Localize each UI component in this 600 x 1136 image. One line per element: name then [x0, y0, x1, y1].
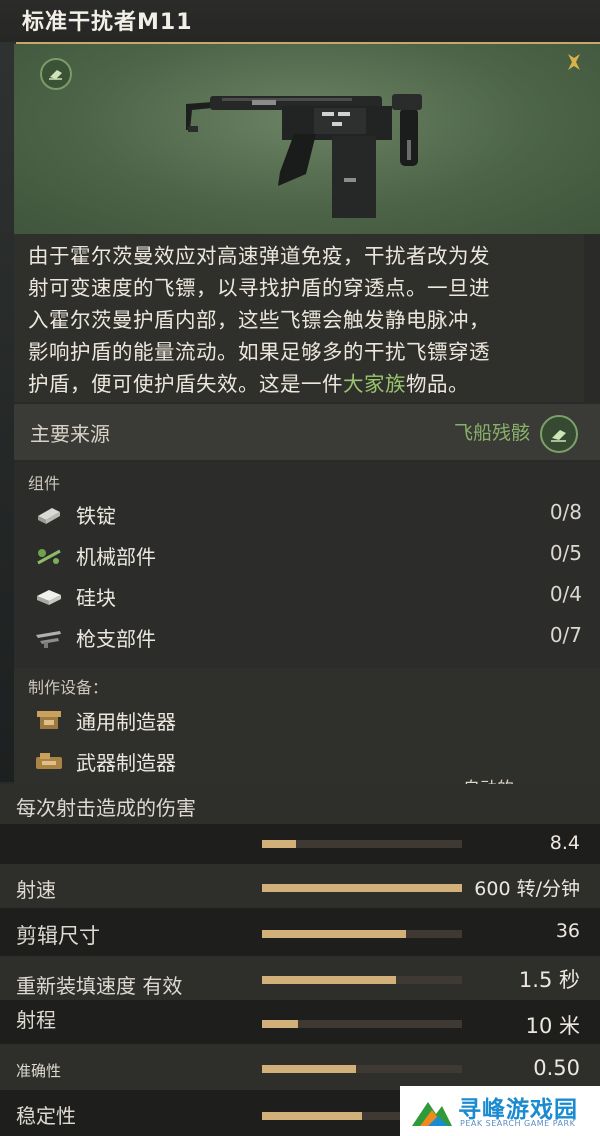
watermark: 寻峰游戏园 PEAK SEARCH GAME PARK	[400, 1086, 600, 1136]
watermark-subtitle: PEAK SEARCH GAME PARK	[460, 1119, 576, 1128]
stat-bar	[262, 930, 462, 938]
stat-value: 36	[555, 920, 580, 942]
stat-bar-fill	[262, 884, 462, 892]
stat-value: 8.4	[549, 832, 580, 854]
weapon-icon	[186, 94, 422, 218]
stat-bar-fill	[262, 1020, 298, 1028]
item-description: 由于霍尔茨曼效应对高速弹道免疫，干扰者改为发 射可变速度的飞镖，以寻找护盾的穿透…	[14, 234, 584, 402]
component-count: 0/8	[549, 500, 582, 524]
component-count: 0/7	[549, 623, 582, 647]
description-line: 射可变速度的飞镖，以寻找护盾的穿透点。一旦进	[28, 276, 490, 300]
crafting-name: 武器制造器	[76, 751, 176, 775]
stat-bar-fill	[262, 1112, 362, 1120]
stat-row: 射速 600 转/分钟	[0, 864, 600, 908]
components-panel: 组件 铁锭 0/8 机械部件 0/5 硅块 0/4 枪支部件 0/7	[14, 462, 600, 668]
components-label: 组件	[28, 474, 61, 493]
stat-label: 准确性	[16, 1062, 62, 1080]
stat-bar	[262, 1065, 462, 1073]
stat-bar	[262, 840, 462, 848]
silicon-block-icon	[37, 590, 61, 605]
description-line: 护盾，便可使护盾失效。这是一件大家族物品。	[28, 368, 570, 400]
stat-bar-fill	[262, 1065, 356, 1073]
stat-label: 射速	[16, 878, 56, 902]
component-name: 铁锭	[76, 504, 116, 528]
description-line: 入霍尔茨曼护盾内部，这些飞镖会触发静电脉冲，	[28, 308, 490, 332]
faction-icon	[566, 52, 582, 77]
stat-bar-fill	[262, 840, 296, 848]
stat-value: 600 转/分钟	[474, 878, 580, 900]
source-icon[interactable]	[540, 415, 578, 453]
description-line: 由于霍尔茨曼效应对高速弹道免疫，干扰者改为发	[28, 244, 490, 268]
source-value[interactable]: 飞船残骸	[454, 418, 530, 445]
item-title: 标准干扰者M11	[22, 10, 193, 35]
watermark-logo-icon	[412, 1102, 452, 1126]
iron-ingot-icon	[38, 508, 60, 524]
stat-value: 0.50	[533, 1056, 580, 1080]
source-label: 主要来源	[30, 422, 110, 446]
description-text: 物品。	[406, 372, 469, 396]
description-line: 影响护盾的能量流动。如果足够多的干扰飞镖穿透	[28, 340, 490, 364]
component-count: 0/4	[549, 582, 582, 606]
stat-label: 剪辑尺寸	[16, 924, 100, 948]
crafting-panel: 制作设备： 通用制造器 武器制造器	[14, 668, 600, 784]
item-preview	[14, 44, 600, 234]
crafting-label: 制作设备：	[28, 678, 109, 697]
component-row: 铁锭 0/8	[14, 496, 600, 536]
component-name: 硅块	[76, 586, 116, 610]
stat-label: 射程	[16, 1008, 56, 1032]
stat-bar-fill	[262, 976, 396, 984]
stat-row: 每次射击造成的伤害	[0, 784, 600, 824]
stat-row: 射程 10 米	[0, 1000, 600, 1044]
stat-row: 8.4	[0, 824, 600, 864]
component-row: 硅块 0/4	[14, 578, 600, 618]
stat-row: 准确性 0.50	[0, 1044, 600, 1090]
description-text: 护盾，便可使护盾失效。这是一件	[28, 372, 343, 396]
stat-bar-fill	[262, 930, 406, 938]
stat-value: 10 米	[525, 1014, 580, 1038]
gun-parts-icon	[36, 631, 61, 648]
weapon-fabricator-icon	[36, 753, 62, 769]
stat-bar	[262, 884, 462, 892]
component-row: 枪支部件 0/7	[14, 619, 600, 659]
component-count: 0/5	[549, 541, 582, 565]
component-name: 机械部件	[76, 545, 156, 569]
stat-label: 重新装填速度 有效	[16, 974, 183, 998]
component-name: 枪支部件	[76, 627, 156, 651]
mechanical-parts-icon	[37, 549, 61, 565]
crafting-row: 通用制造器	[14, 702, 600, 742]
faction-link[interactable]: 大家族	[343, 372, 406, 396]
stat-bar	[262, 976, 462, 984]
stat-label: 稳定性	[16, 1104, 76, 1128]
source-row: 主要来源 飞船残骸	[14, 404, 600, 460]
stats-panel: 自动的 每次射击造成的伤害 8.4 射速 600 转/分钟 剪辑尺寸 36 重新…	[0, 779, 600, 1136]
fabricator-icon	[37, 711, 61, 729]
stat-label: 每次射击造成的伤害	[16, 796, 196, 820]
stat-bar	[262, 1020, 462, 1028]
stat-value: 1.5 秒	[518, 968, 580, 992]
item-header: 标准干扰者M11	[0, 0, 600, 44]
stat-row: 剪辑尺寸 36	[0, 908, 600, 956]
component-row: 机械部件 0/5	[14, 537, 600, 577]
tier-icon	[40, 58, 72, 90]
stat-row: 重新装填速度 有效 1.5 秒	[0, 956, 600, 1000]
crafting-name: 通用制造器	[76, 710, 176, 734]
